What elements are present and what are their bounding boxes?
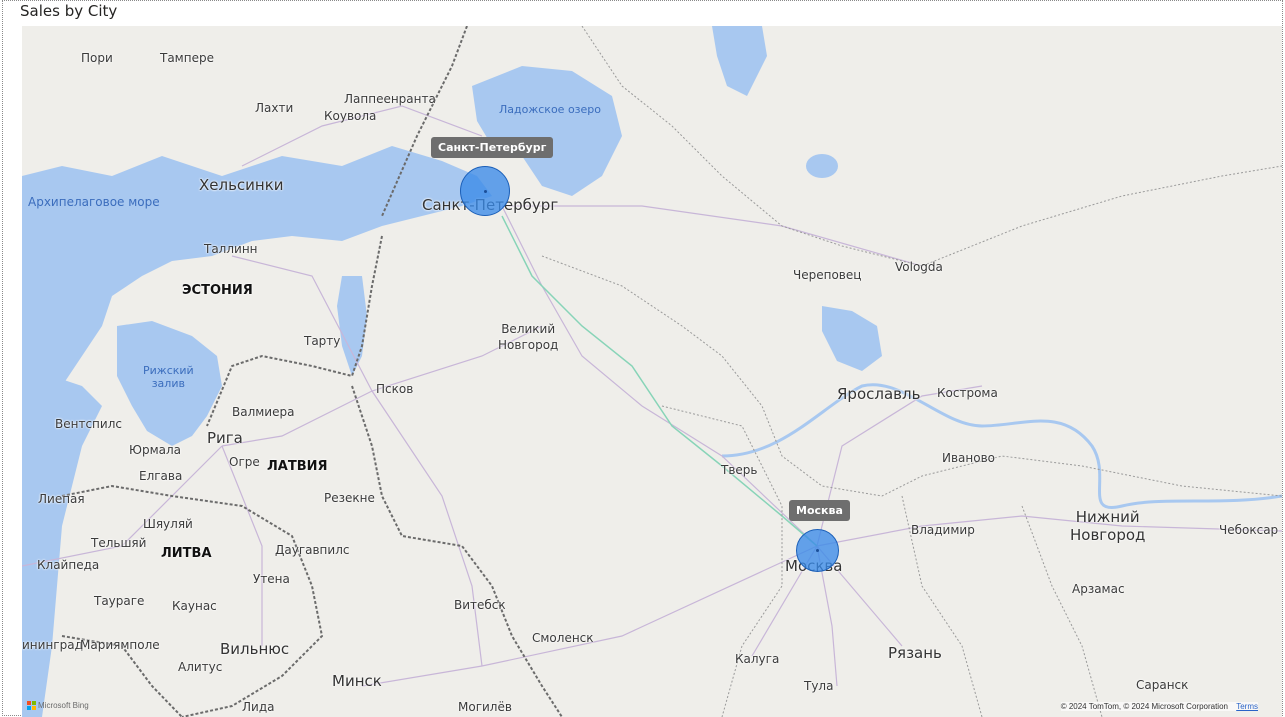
railway	[501, 215, 818, 547]
label-mogilev: Могилёв	[458, 700, 512, 714]
bing-logo: Microsoft Bing	[27, 701, 89, 710]
map-visual: Sales by City Пори Тампере Лахти Лаппеен…	[2, 0, 1283, 717]
label-jelgava: Елгава	[139, 469, 183, 483]
label-taurage: Таураге	[94, 594, 145, 608]
label-estonia: ЭСТОНИЯ	[182, 283, 253, 298]
label-vitebsk: Витебск	[454, 598, 506, 612]
region-borders	[541, 26, 1282, 717]
map-background	[22, 26, 1282, 717]
label-vologda: Vologda	[895, 260, 943, 274]
label-kostroma: Кострома	[937, 386, 998, 400]
label-kouvola: Коувола	[324, 109, 377, 123]
label-daugavpils: Даугавпилс	[275, 543, 350, 557]
lake-onega	[712, 26, 767, 96]
label-lida: Лида	[242, 700, 275, 714]
label-lahti: Лахти	[255, 101, 294, 115]
bubble-saint-petersburg[interactable]	[460, 166, 510, 216]
label-nizhny-novgorod: Нижний Новгород	[1070, 508, 1146, 544]
label-lake-ladoga: Ладожское озеро	[499, 103, 602, 116]
label-alytus: Алитус	[178, 660, 223, 674]
label-telshyai: Тельшяй	[91, 536, 147, 550]
visual-title: Sales by City	[20, 2, 118, 20]
bubble-moscow[interactable]	[796, 529, 839, 572]
label-kaunas: Каунас	[172, 599, 217, 613]
label-yaroslavl: Ярославль	[837, 385, 921, 403]
label-mariyampole: Мариямполе	[80, 638, 160, 652]
label-pskov: Псков	[376, 382, 414, 396]
label-lithuania: ЛИТВА	[161, 546, 212, 561]
label-tartu: Тарту	[304, 334, 341, 348]
label-liepaja: Лиепая	[38, 492, 85, 506]
label-ventspils: Вентспилс	[55, 417, 122, 431]
label-rezekne: Резекне	[324, 491, 375, 505]
label-tampere: Тампере	[160, 51, 214, 65]
label-vladimir: Владимир	[911, 523, 975, 537]
lake-peipus	[337, 276, 367, 376]
bing-label: Microsoft Bing	[38, 701, 89, 710]
label-arzamas: Арзамас	[1072, 582, 1125, 596]
label-smolensk: Смоленск	[532, 631, 594, 645]
label-helsinki: Хельсинки	[199, 176, 284, 194]
label-tallinn: Таллинн	[204, 242, 258, 256]
label-saransk: Саранск	[1136, 678, 1189, 692]
rybinsk-reservoir	[822, 306, 882, 371]
label-tver: Тверь	[721, 463, 758, 477]
tooltip-saint-petersburg: Санкт-Петербург	[431, 137, 554, 158]
label-archipelago-sea: Архипелаговое море	[28, 195, 160, 209]
label-gulf-of-riga: Рижский залив	[143, 364, 194, 390]
label-ryazan: Рязань	[888, 644, 942, 662]
label-latvia: ЛАТВИЯ	[267, 459, 328, 474]
label-vilnius: Вильнюс	[220, 640, 290, 658]
label-minsk: Минск	[332, 672, 382, 690]
label-ogre: Огре	[229, 455, 260, 469]
label-riga: Рига	[207, 429, 243, 447]
lake-beloye	[806, 154, 838, 178]
label-jurmala: Юрмала	[129, 443, 182, 457]
label-kaliningrad: ининград	[22, 638, 83, 652]
label-valmiera: Валмиера	[232, 405, 295, 419]
label-ivanovo: Иваново	[942, 451, 996, 465]
label-tula: Тула	[804, 679, 834, 693]
label-cherepovets: Череповец	[793, 268, 862, 282]
terms-link[interactable]: Terms	[1236, 702, 1258, 711]
label-shiaulyai: Шяуляй	[143, 517, 193, 531]
label-kaluga: Калуга	[735, 652, 780, 666]
map-canvas[interactable]: Пори Тампере Лахти Лаппеенранта Коувола …	[22, 26, 1282, 717]
label-pori: Пори	[81, 51, 113, 65]
label-lappeenranta: Лаппеенранта	[344, 92, 436, 106]
microsoft-logo-icon	[27, 701, 36, 710]
map-copyright: © 2024 TomTom, © 2024 Microsoft Corporat…	[1060, 702, 1258, 711]
volga-river	[721, 383, 1282, 509]
copyright-text: © 2024 TomTom, © 2024 Microsoft Corporat…	[1060, 702, 1228, 711]
label-cheboksary: Чебоксар	[1219, 523, 1279, 537]
tooltip-moscow: Москва	[789, 500, 850, 521]
label-utena: Утена	[253, 572, 290, 586]
label-klaipeda: Клайпеда	[37, 558, 100, 572]
label-velikiy-novgorod: Великий Новгород	[498, 322, 559, 352]
